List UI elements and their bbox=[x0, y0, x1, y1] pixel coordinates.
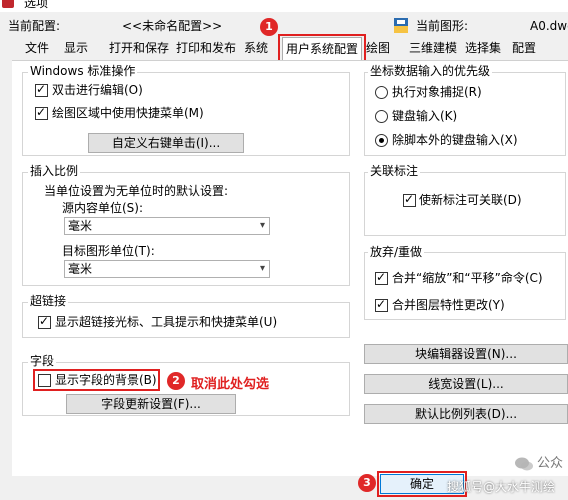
hyperlink-title: 超链接 bbox=[28, 294, 69, 308]
chevron-down-icon: ▾ bbox=[259, 263, 265, 274]
zoom-pan-checkbox[interactable] bbox=[375, 270, 388, 285]
radio-keyboard[interactable] bbox=[375, 110, 388, 123]
current-drawing-value: A0.dwg bbox=[530, 19, 568, 33]
chevron-down-icon: ▾ bbox=[259, 220, 265, 231]
shortcut-menu-label: 绘图区域中使用快捷菜单(M) bbox=[52, 106, 204, 120]
tab-selection[interactable]: 选择集 bbox=[462, 39, 504, 59]
current-profile-label: 当前配置: bbox=[8, 19, 61, 33]
field-checkbox-highlight-outline bbox=[33, 369, 160, 391]
target-units-label: 目标图形单位(T): bbox=[62, 244, 155, 258]
lineweight-settings-button[interactable]: 线宽设置(L)... bbox=[364, 374, 568, 394]
assoc-dim-checkbox[interactable] bbox=[403, 192, 416, 207]
step-2-instruction: 取消此处勾选 bbox=[191, 377, 270, 392]
radio-keyboard-except-scripts[interactable] bbox=[375, 134, 388, 147]
tab-system[interactable]: 系统 bbox=[240, 39, 272, 59]
zoom-pan-label: 合并“缩放”和“平移”命令(C) bbox=[392, 271, 543, 285]
watermark-text-2: 搜狐号@大水牛测绘 bbox=[447, 480, 556, 494]
dblclick-edit-label: 双击进行编辑(O) bbox=[52, 83, 143, 97]
source-units-label: 源内容单位(S): bbox=[62, 201, 144, 215]
fields-title: 字段 bbox=[28, 354, 57, 368]
shortcut-menu-checkbox[interactable] bbox=[35, 105, 48, 120]
target-units-select[interactable]: 毫米 ▾ bbox=[64, 260, 270, 278]
source-units-value: 毫米 bbox=[68, 219, 93, 233]
source-units-select[interactable]: 毫米 ▾ bbox=[64, 217, 270, 235]
radio-keyboard-except-scripts-label: 除脚本外的键盘输入(X) bbox=[392, 133, 518, 147]
target-units-value: 毫米 bbox=[68, 262, 93, 276]
tab-open-save[interactable]: 打开和保存 bbox=[108, 39, 170, 59]
assoc-dim-label: 使新标注可关联(D) bbox=[419, 193, 522, 207]
dblclick-edit-checkbox[interactable] bbox=[35, 82, 48, 97]
radio-object-snap[interactable] bbox=[375, 86, 388, 99]
insert-scale-title: 插入比例 bbox=[28, 164, 81, 178]
custom-right-click-button[interactable]: 自定义右键单击(I)... bbox=[88, 133, 244, 153]
window-title: 选项 bbox=[24, 0, 49, 10]
wechat-icon bbox=[514, 456, 534, 472]
title-bar: 选项 bbox=[0, 0, 568, 12]
step-3-badge: 3 bbox=[358, 474, 376, 492]
step-2-badge: 2 bbox=[167, 372, 185, 390]
block-editor-settings-button[interactable]: 块编辑器设置(N)... bbox=[364, 344, 568, 364]
default-scale-list-button[interactable]: 默认比例列表(D)... bbox=[364, 404, 568, 424]
tab-display[interactable]: 显示 bbox=[60, 39, 92, 59]
radio-keyboard-label: 键盘输入(K) bbox=[392, 109, 458, 123]
layer-props-label: 合并图层特性更改(Y) bbox=[392, 298, 505, 312]
hyperlink-label: 显示超链接光标、工具提示和快捷菜单(U) bbox=[55, 315, 278, 329]
watermark-text-1: 公众 bbox=[537, 456, 564, 471]
windows-ops-title: Windows 标准操作 bbox=[28, 64, 138, 78]
assoc-dim-title: 关联标注 bbox=[368, 164, 421, 178]
current-drawing-label: 当前图形: bbox=[416, 19, 469, 33]
insert-scale-desc: 当单位设置为无单位时的默认设置: bbox=[44, 184, 229, 198]
tab-plot-publish[interactable]: 打印和发布 bbox=[174, 39, 238, 59]
tab-profiles[interactable]: 配置 bbox=[508, 39, 540, 59]
hyperlink-checkbox[interactable] bbox=[38, 314, 51, 329]
field-update-settings-button[interactable]: 字段更新设置(F)... bbox=[66, 394, 236, 414]
layer-props-checkbox[interactable] bbox=[375, 297, 388, 312]
current-profile-value: <<未命名配置>> bbox=[122, 19, 223, 33]
radio-object-snap-label: 执行对象捕捉(R) bbox=[392, 85, 482, 99]
drawing-icon bbox=[393, 17, 409, 34]
coord-input-title: 坐标数据输入的优先级 bbox=[368, 64, 493, 78]
tab-3d-modeling[interactable]: 三维建模 bbox=[406, 39, 460, 59]
tab-drafting[interactable]: 绘图 bbox=[362, 39, 394, 59]
step-1-badge: 1 bbox=[260, 18, 278, 36]
undo-redo-title: 放弃/重做 bbox=[368, 245, 425, 259]
tab-files[interactable]: 文件 bbox=[18, 39, 56, 59]
app-icon bbox=[2, 0, 14, 8]
